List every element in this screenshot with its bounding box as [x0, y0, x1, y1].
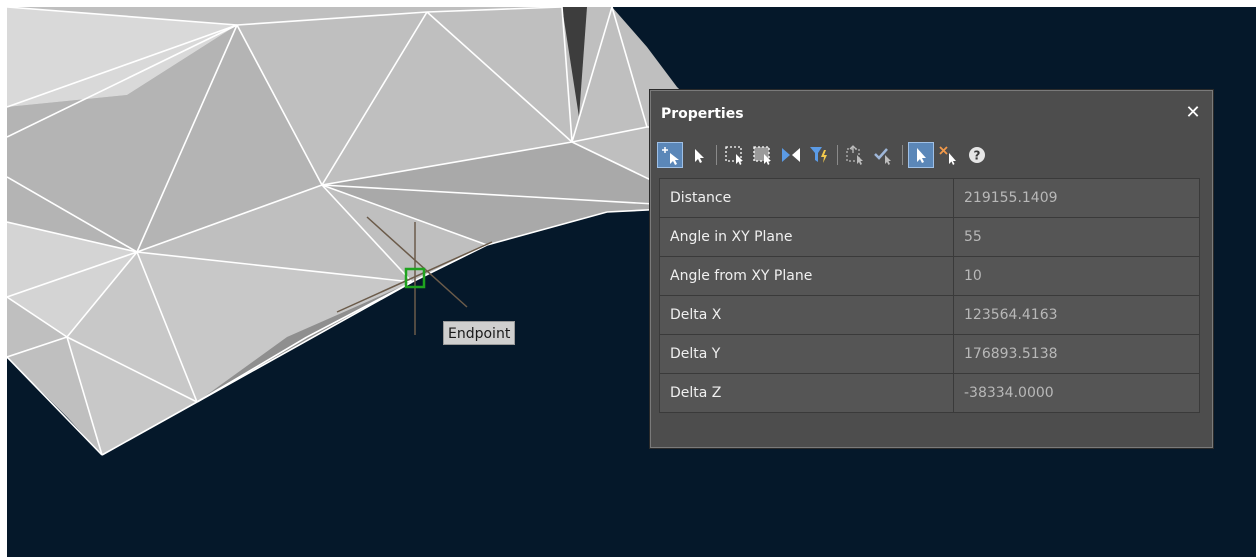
table-row[interactable]: Delta X 123564.4163: [659, 295, 1200, 335]
table-row[interactable]: Angle from XY Plane 10: [659, 256, 1200, 296]
property-name: Delta Z: [659, 373, 954, 413]
mesh-shade-4: [67, 252, 412, 455]
svg-text:?: ?: [974, 149, 981, 163]
property-value[interactable]: -38334.0000: [953, 373, 1200, 413]
panel-title: Properties: [661, 106, 744, 122]
crossing-select-icon[interactable]: [750, 142, 776, 168]
property-value[interactable]: 219155.1409: [953, 178, 1200, 218]
properties-panel: Properties ✕ ? Distance 219155.1409 Angl…: [650, 90, 1213, 448]
properties-toolbar: ?: [657, 141, 1206, 169]
property-value[interactable]: 10: [953, 256, 1200, 296]
table-row[interactable]: Angle in XY Plane 55: [659, 217, 1200, 257]
window-select-icon[interactable]: [722, 142, 748, 168]
property-value[interactable]: 123564.4163: [953, 295, 1200, 335]
property-name: Delta X: [659, 295, 954, 335]
table-row[interactable]: Distance 219155.1409: [659, 178, 1200, 218]
toolbar-separator: [716, 145, 717, 165]
property-value[interactable]: 55: [953, 217, 1200, 257]
panel-header[interactable]: Properties ✕: [651, 91, 1212, 135]
help-icon[interactable]: ?: [964, 142, 990, 168]
toolbar-separator: [837, 145, 838, 165]
property-name: Angle in XY Plane: [659, 217, 954, 257]
select-objects-icon[interactable]: [685, 142, 711, 168]
toolbar-separator: [902, 145, 903, 165]
quick-select-filter-icon[interactable]: [806, 142, 832, 168]
properties-table: Distance 219155.1409 Angle in XY Plane 5…: [659, 178, 1200, 413]
close-icon[interactable]: ✕: [1184, 103, 1202, 123]
add-to-selection-icon[interactable]: [657, 142, 683, 168]
pickadd-toggle-icon[interactable]: [908, 142, 934, 168]
table-row[interactable]: Delta Z -38334.0000: [659, 373, 1200, 413]
swap-selection-icon[interactable]: [778, 142, 804, 168]
property-name: Delta Y: [659, 334, 954, 374]
property-value[interactable]: 176893.5138: [953, 334, 1200, 374]
snap-tooltip: Endpoint: [443, 321, 516, 345]
check-select-icon[interactable]: [871, 142, 897, 168]
table-row[interactable]: Delta Y 176893.5138: [659, 334, 1200, 374]
property-name: Distance: [659, 178, 954, 218]
deselect-icon[interactable]: [936, 142, 962, 168]
property-name: Angle from XY Plane: [659, 256, 954, 296]
move-icon[interactable]: [843, 142, 869, 168]
